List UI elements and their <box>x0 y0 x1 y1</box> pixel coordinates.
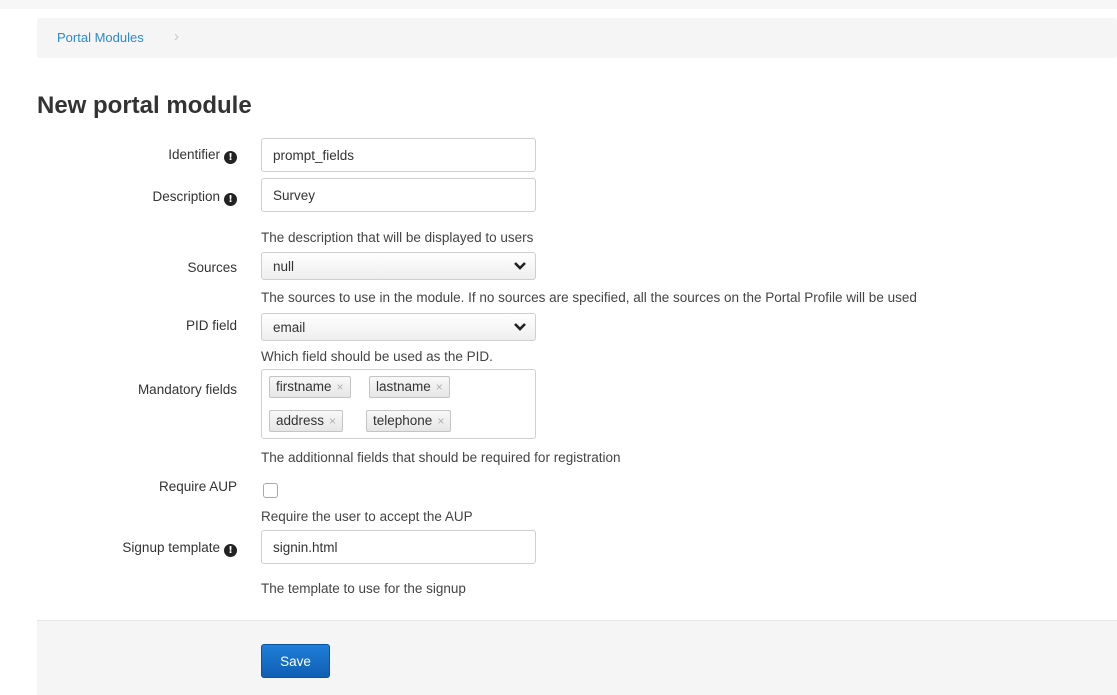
sources-help-text: The sources to use in the module. If no … <box>261 290 917 305</box>
remove-icon[interactable]: × <box>329 414 336 428</box>
tag-address: address × <box>269 410 344 432</box>
require-aup-help-text: Require the user to accept the AUP <box>261 509 473 524</box>
identifier-label: Identifier! <box>40 147 237 164</box>
identifier-label-text: Identifier <box>168 147 220 162</box>
chevron-down-icon <box>514 323 526 331</box>
signup-template-label: Signup template! <box>40 540 237 557</box>
signup-template-input[interactable] <box>261 530 536 564</box>
info-icon[interactable]: ! <box>224 193 237 206</box>
identifier-input[interactable] <box>261 138 536 172</box>
tag-label: firstname <box>276 379 332 394</box>
mandatory-fields-input[interactable]: firstname × lastname × address × telephone × <box>261 369 536 439</box>
remove-icon[interactable]: × <box>337 380 344 394</box>
pid-field-label: PID field <box>185 318 237 333</box>
remove-icon[interactable]: × <box>436 380 443 394</box>
tag-firstname: firstname × <box>269 376 351 398</box>
tag-label: address <box>276 413 325 428</box>
signup-template-label-text: Signup template <box>122 540 220 555</box>
sources-select-value: null <box>273 259 295 274</box>
tag-lastname: lastname × <box>369 376 450 398</box>
description-help-text: The description that will be displayed t… <box>261 230 534 245</box>
info-icon[interactable]: ! <box>224 151 237 164</box>
description-input[interactable] <box>261 178 536 212</box>
tag-label: telephone <box>373 413 433 428</box>
breadcrumb: Portal Modules › <box>37 18 1117 58</box>
tag-telephone: telephone × <box>366 410 452 432</box>
breadcrumb-portal-modules-link[interactable]: Portal Modules <box>57 30 144 45</box>
remove-icon[interactable]: × <box>437 414 444 428</box>
pid-field-help-text: Which field should be used as the PID. <box>261 349 493 364</box>
chevron-right-icon: › <box>174 28 179 45</box>
sources-select[interactable]: null <box>261 252 536 280</box>
pid-field-select-value: email <box>273 320 306 335</box>
mandatory-fields-help-text: The additionnal fields that should be re… <box>261 450 621 465</box>
top-bar <box>0 0 1117 9</box>
page-title: New portal module <box>37 92 252 119</box>
form-actions: Save <box>37 620 1117 695</box>
info-icon[interactable]: ! <box>224 544 237 557</box>
mandatory-fields-label: Mandatory fields <box>137 382 237 397</box>
description-label: Description! <box>40 189 237 206</box>
sources-label: Sources <box>187 260 237 275</box>
description-label-text: Description <box>152 189 220 204</box>
require-aup-label: Require AUP <box>158 479 237 494</box>
require-aup-checkbox[interactable] <box>263 483 278 498</box>
chevron-down-icon <box>514 262 526 270</box>
signup-template-help-text: The template to use for the signup <box>261 581 466 596</box>
tag-label: lastname <box>376 379 431 394</box>
pid-field-select[interactable]: email <box>261 313 536 341</box>
save-button[interactable]: Save <box>261 644 330 678</box>
